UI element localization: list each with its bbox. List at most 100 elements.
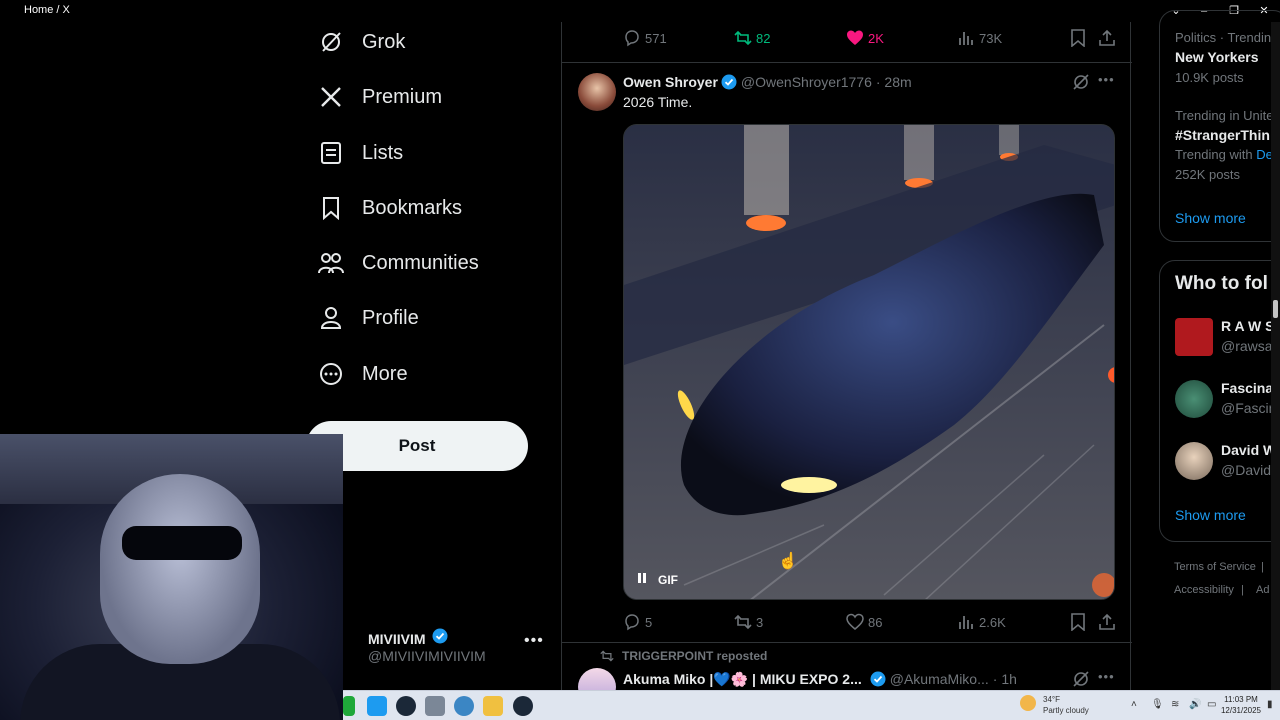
bookmark-button[interactable] [1070,26,1090,50]
bookmark-icon [1071,613,1085,631]
nav-item-premium[interactable]: Premium [318,77,442,117]
footer-link-ads[interactable]: Ad [1256,584,1269,596]
repost-icon [734,30,752,46]
share-button[interactable] [1098,610,1120,634]
heart-filled-icon [847,30,863,45]
show-more-link[interactable]: Show more [1175,210,1246,226]
nav-item-bookmarks[interactable]: Bookmarks [318,188,462,228]
nav-item-profile[interactable]: Profile [318,298,419,338]
tweet-media[interactable]: GIF [623,124,1115,600]
volume-icon[interactable]: 🔊 [1189,699,1201,710]
window-title: Home / X [24,4,70,16]
author-handle[interactable]: @AkumaMiko... [890,671,989,687]
suggested-name[interactable]: R A W S [1221,318,1274,334]
trend-title[interactable]: New Yorkers [1175,49,1259,65]
post-time[interactable]: · 28m [876,74,912,90]
nav-label: Premium [362,85,443,108]
suggested-name[interactable]: David W [1221,442,1276,458]
account-switcher[interactable]: MIVIIVIM @MIVIIVIMIVIIVIM ••• [344,620,554,670]
who-to-follow-title: Who to fol [1175,273,1268,294]
gif-image [624,125,1114,599]
tweet-header: Akuma Miko |💙🌸 | MIKU EXPO 2... @AkumaMi… [623,669,1017,689]
footer-link-accessibility[interactable]: Accessibility [1174,584,1234,596]
views-button[interactable]: 2.6K [957,610,1006,634]
bookmark-icon [1071,29,1085,47]
avatar[interactable] [1175,442,1213,480]
nav-label: Communities [362,251,479,274]
avatar[interactable] [578,73,616,111]
author-name[interactable]: Akuma Miko |💙🌸 | MIKU EXPO 2... [623,671,862,688]
more-dots-icon[interactable]: ••• [524,632,544,650]
nav-item-lists[interactable]: Lists [318,133,403,173]
post-time[interactable]: · 1h [993,671,1017,687]
scrollbar-thumb[interactable] [1273,300,1278,318]
share-icon [1099,613,1115,630]
views-button[interactable]: 73K [957,26,1002,50]
repost-button[interactable]: 3 [734,610,763,634]
lists-icon [318,140,344,166]
like-button[interactable]: 86 [846,610,882,634]
hand-cursor-icon: ☝ [778,553,798,570]
trend-extra: Trending with De [1175,147,1273,162]
steam-icon[interactable] [513,696,533,716]
nav-item-more[interactable]: More [318,354,408,394]
verified-icon [870,671,886,687]
author-handle[interactable]: @OwenShroyer1776 [741,74,872,90]
globe-icon[interactable] [454,696,474,716]
notification-icon[interactable]: ▮ [1267,699,1273,710]
reply-button[interactable]: 5 [623,610,652,634]
nav-label: Lists [362,141,404,164]
clock[interactable]: 11:03 PM 12/31/2025 [1211,694,1271,716]
verified-icon [721,74,737,90]
repost-button[interactable]: 82 [734,26,770,50]
webcam-overlay [0,434,343,720]
reply-button[interactable]: 571 [623,26,667,50]
suggested-handle: @rawsa [1221,338,1273,354]
share-icon [1099,29,1115,46]
nav-label: Bookmarks [362,196,463,219]
views-icon [959,616,973,629]
author-name[interactable]: Owen Shroyer [623,74,718,90]
avatar[interactable] [1175,380,1213,418]
trend-meta: Trending in Unite [1175,108,1274,123]
divider [562,642,1132,643]
trend-meta: Politics · Trendin [1175,30,1272,45]
suggested-handle: @Fascin [1221,400,1277,416]
scrollbar[interactable] [1271,22,1280,690]
bookmark-button[interactable] [1070,610,1090,634]
steam-icon[interactable] [396,696,416,716]
weather-widget[interactable]: 34°F Partly cloudy [1043,694,1089,716]
suggested-name[interactable]: Fascina [1221,380,1273,396]
suggested-handle: @David [1221,462,1272,478]
account-handle: @MIVIIVIMIVIIVIM [368,648,486,664]
footer-link-terms[interactable]: Terms of Service [1174,561,1256,573]
grok-icon[interactable] [1072,73,1090,96]
gif-controls: GIF [636,572,678,587]
more-dots-icon[interactable]: ••• [1098,669,1115,684]
folder-icon[interactable] [483,696,503,716]
chevron-up-icon[interactable]: ˄ [1131,699,1137,710]
nav-item-communities[interactable]: Communities [318,243,479,283]
share-button[interactable] [1098,26,1120,50]
nav-item-grok[interactable]: Grok [318,22,405,62]
more-dots-icon[interactable]: ••• [1098,72,1115,87]
microphone-icon[interactable]: 🎙 [1151,699,1164,710]
window-titlebar: Home / X ⌄ – ❐ ✕ [0,0,1280,22]
calculator-icon[interactable] [425,696,445,716]
trend-title[interactable]: #StrangerThin [1175,127,1270,143]
repost-note: TRIGGERPOINT reposted [600,649,767,663]
wifi-icon[interactable]: ≋ [1171,699,1179,710]
tweet-header: Owen Shroyer @OwenShroyer1776 · 28m [623,72,912,92]
like-button[interactable]: 2K [846,26,884,50]
previous-post-actions: 571 82 2K 73K [562,26,1132,50]
repost-icon [734,614,752,630]
show-more-link[interactable]: Show more [1175,507,1246,523]
pause-icon[interactable] [636,572,648,587]
footer-separator: | [1241,584,1244,596]
communities-icon [318,250,344,276]
avatar[interactable] [1175,318,1213,356]
weather-icon[interactable] [1020,695,1036,711]
twitter-app-icon[interactable] [367,696,387,716]
app-icon[interactable] [343,696,355,716]
gif-label: GIF [658,572,678,587]
